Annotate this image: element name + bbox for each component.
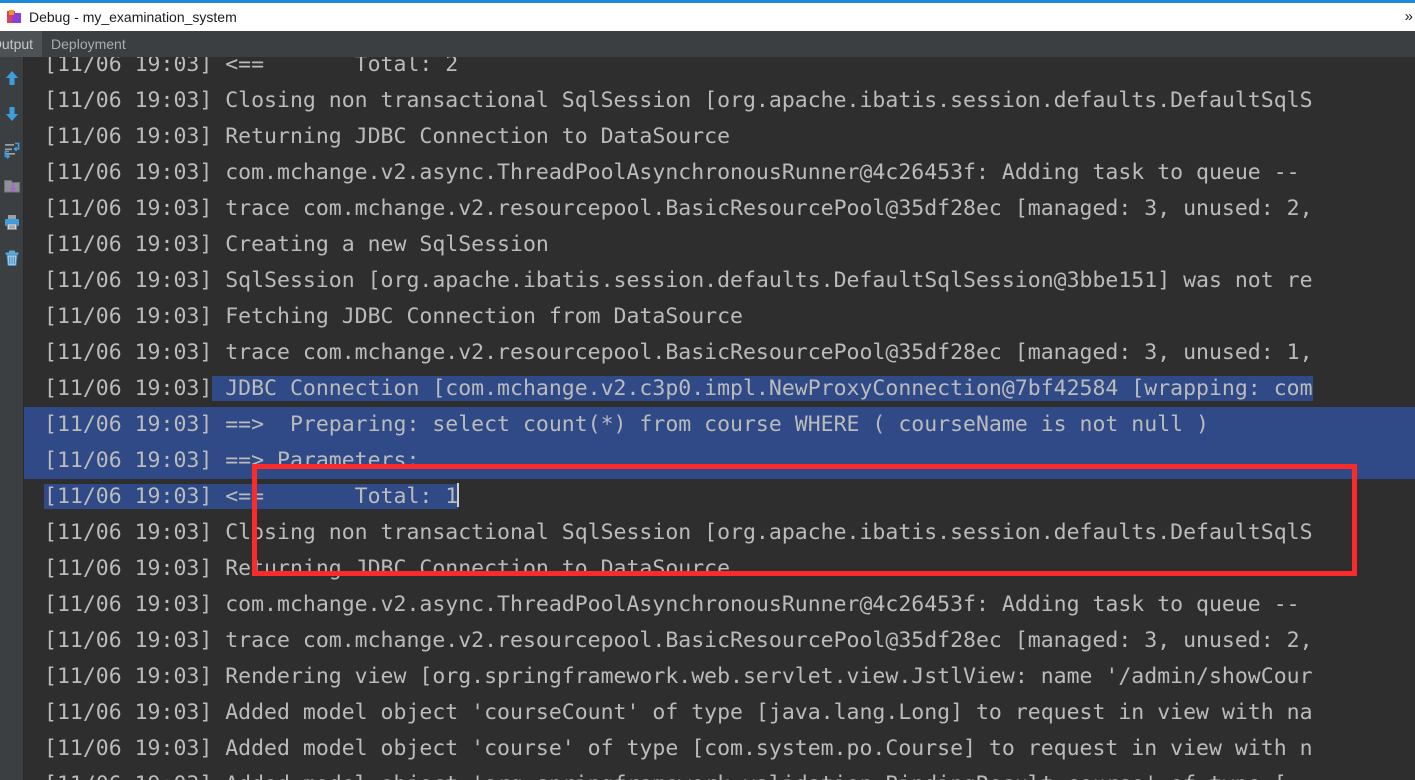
log-line[interactable]: [11/06 19:03] Fetching JDBC Connection f…: [24, 299, 1415, 335]
log-timestamp: [11/06 19:03]: [44, 160, 213, 185]
tab-deployment-label: Deployment: [51, 36, 126, 52]
log-message: Creating a new SqlSession: [212, 232, 549, 257]
log-message: ==> Parameters:: [212, 448, 433, 473]
window-title: Debug - my_examination_system: [29, 9, 237, 25]
scroll-up-icon[interactable]: [3, 69, 21, 87]
console-output-panel[interactable]: [11/06 19:03] <== Total: 2 [11/06 19:03] …: [24, 57, 1415, 780]
log-message: <== Total: 1: [212, 484, 459, 509]
log-timestamp: [11/06 19:03]: [44, 304, 213, 329]
log-message: ==> Preparing: select count(*) from cour…: [212, 412, 1222, 437]
log-line[interactable]: [11/06 19:03] com.mchange.v2.async.Threa…: [24, 587, 1415, 623]
log-line[interactable]: [11/06 19:03] Closing non transactional …: [24, 83, 1415, 119]
log-message: Added model object 'course' of type [com…: [212, 736, 1313, 761]
log-message: trace com.mchange.v2.resourcepool.BasicR…: [212, 340, 1313, 365]
log-message: Returning JDBC Connection to DataSource: [212, 556, 731, 581]
log-message: Closing non transactional SqlSession [or…: [212, 520, 1313, 545]
export-to-file-icon[interactable]: [3, 177, 21, 195]
log-message: <== Total: 2: [212, 57, 459, 77]
log-timestamp: [11/06 19:03]: [44, 592, 213, 617]
log-line[interactable]: [11/06 19:03] <== Total: 2: [24, 57, 1415, 83]
text-caret: [457, 483, 460, 507]
tool-window-tab-strip: Output Deployment: [0, 31, 1415, 57]
log-message: com.mchange.v2.async.ThreadPoolAsynchron…: [212, 160, 1300, 185]
log-timestamp: [11/06 19:03]: [44, 556, 213, 581]
print-icon[interactable]: [3, 213, 21, 231]
log-message: Closing non transactional SqlSession [or…: [212, 88, 1313, 113]
log-line[interactable]: [11/06 19:03] trace com.mchange.v2.resou…: [24, 335, 1415, 371]
log-timestamp: [11/06 19:03]: [44, 700, 213, 725]
log-timestamp: [11/06 19:03]: [44, 664, 213, 689]
log-timestamp: [11/06 19:03]: [44, 57, 213, 77]
log-line[interactable]: [11/06 19:03] trace com.mchange.v2.resou…: [24, 623, 1415, 659]
log-line[interactable]: [11/06 19:03] Rendering view [org.spring…: [24, 659, 1415, 695]
log-timestamp: [11/06 19:03]: [44, 196, 213, 221]
log-line[interactable]: [11/06 19:03] Creating a new SqlSession: [24, 227, 1415, 263]
log-line[interactable]: [11/06 19:03] Added model object 'course…: [24, 695, 1415, 731]
log-message: Fetching JDBC Connection from DataSource: [212, 304, 743, 329]
log-timestamp: [11/06 19:03]: [44, 124, 213, 149]
scroll-down-icon[interactable]: [3, 105, 21, 123]
log-message: Added model object 'org.springframework.…: [212, 772, 1286, 780]
intellij-idea-icon: [7, 9, 22, 25]
log-timestamp: [11/06 19:03]: [44, 448, 213, 473]
chevron-right-icon[interactable]: »: [1405, 9, 1413, 24]
log-line[interactable]: [11/06 19:03] Closing non transactional …: [24, 515, 1415, 551]
tab-output[interactable]: Output: [0, 31, 43, 57]
log-line[interactable]: [11/06 19:03] Added model object 'org.sp…: [24, 767, 1415, 780]
log-timestamp: [11/06 19:03]: [44, 340, 213, 365]
log-line[interactable]: [11/06 19:03] SqlSession [org.apache.iba…: [24, 263, 1415, 299]
log-line[interactable]: [11/06 19:03] Returning JDBC Connection …: [24, 119, 1415, 155]
log-line[interactable]: [11/06 19:03] <== Total: 1: [24, 479, 1415, 515]
console-toolbar: [0, 57, 24, 780]
log-message: trace com.mchange.v2.resourcepool.BasicR…: [212, 628, 1313, 653]
log-message: SqlSession [org.apache.ibatis.session.de…: [212, 268, 1313, 293]
log-line[interactable]: [11/06 19:03] JDBC Connection [com.mchan…: [24, 371, 1415, 407]
window-title-bar: Debug - my_examination_system »: [0, 0, 1415, 31]
log-message: trace com.mchange.v2.resourcepool.BasicR…: [212, 196, 1313, 221]
log-timestamp: [11/06 19:03]: [44, 628, 213, 653]
log-timestamp: [11/06 19:03]: [44, 376, 213, 401]
log-timestamp: [11/06 19:03]: [44, 268, 213, 293]
log-timestamp: [11/06 19:03]: [44, 520, 213, 545]
log-timestamp: [11/06 19:03]: [44, 484, 213, 509]
log-message: com.mchange.v2.async.ThreadPoolAsynchron…: [212, 592, 1300, 617]
log-line[interactable]: [11/06 19:03] ==> Parameters:: [24, 443, 1415, 479]
log-line[interactable]: [11/06 19:03] ==> Preparing: select coun…: [24, 407, 1415, 443]
log-message: JDBC Connection [com.mchange.v2.c3p0.imp…: [212, 376, 1313, 401]
console-log-lines: [11/06 19:03] <== Total: 2 [11/06 19:03] …: [24, 57, 1415, 780]
log-timestamp: [11/06 19:03]: [44, 88, 213, 113]
log-line[interactable]: [11/06 19:03] Added model object 'course…: [24, 731, 1415, 767]
log-timestamp: [11/06 19:03]: [44, 232, 213, 257]
log-line[interactable]: [11/06 19:03] Returning JDBC Connection …: [24, 551, 1415, 587]
log-timestamp: [11/06 19:03]: [44, 412, 213, 437]
soft-wrap-icon[interactable]: [3, 141, 21, 159]
log-message: Rendering view [org.springframework.web.…: [212, 664, 1313, 689]
log-line[interactable]: [11/06 19:03] com.mchange.v2.async.Threa…: [24, 155, 1415, 191]
tab-output-label: Output: [0, 36, 34, 52]
tab-deployment[interactable]: Deployment: [42, 31, 135, 57]
log-line[interactable]: [11/06 19:03] trace com.mchange.v2.resou…: [24, 191, 1415, 227]
delete-icon[interactable]: [3, 249, 21, 267]
log-timestamp: [11/06 19:03]: [44, 772, 212, 780]
log-timestamp: [11/06 19:03]: [44, 736, 213, 761]
log-message: Returning JDBC Connection to DataSource: [212, 124, 731, 149]
log-message: Added model object 'courseCount' of type…: [212, 700, 1313, 725]
